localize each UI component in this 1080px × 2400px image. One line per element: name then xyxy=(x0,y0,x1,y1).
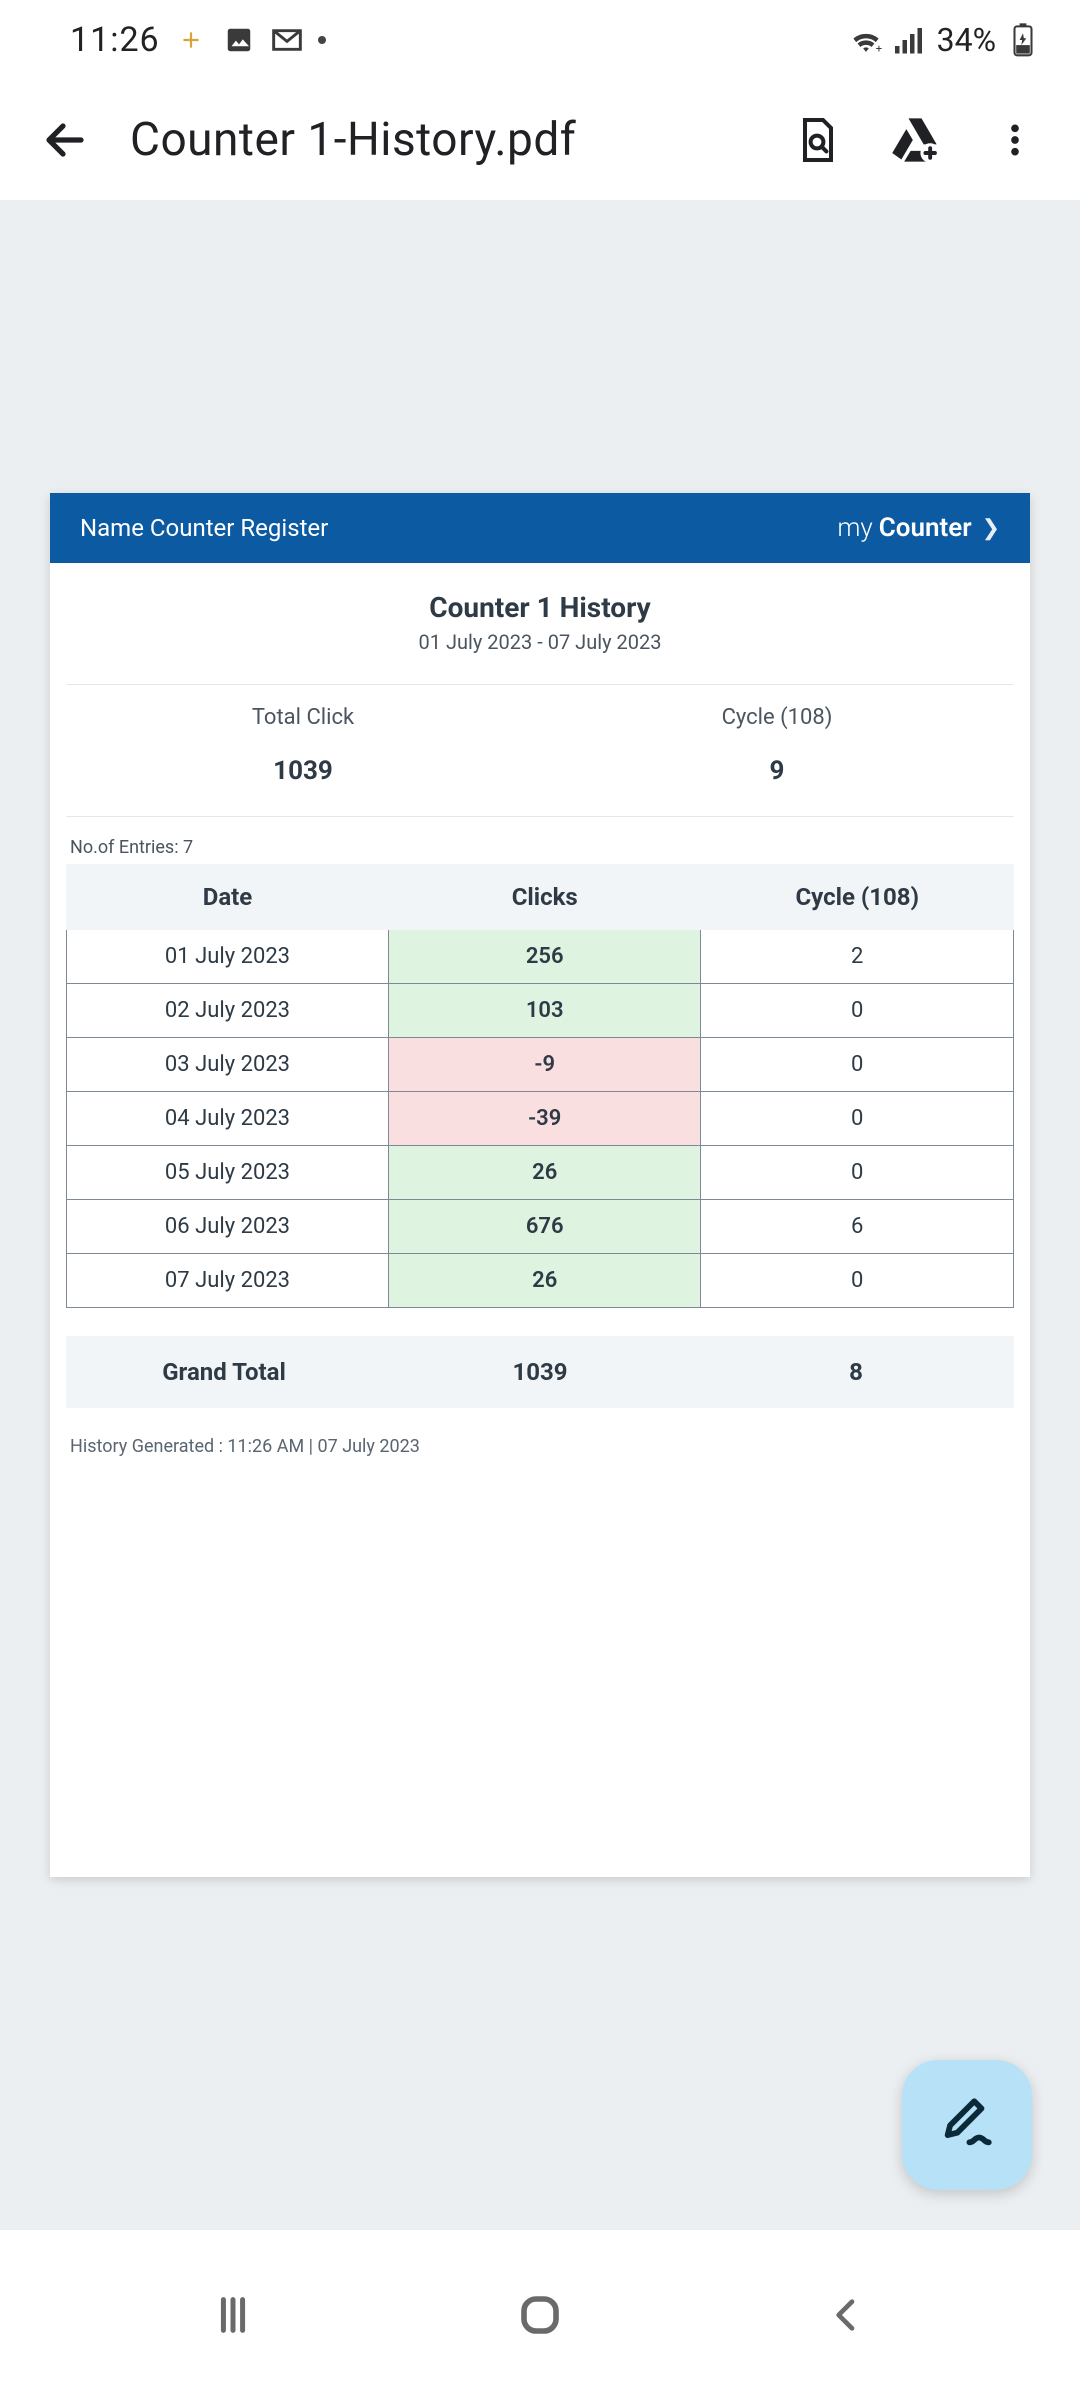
cellular-signal-icon xyxy=(893,23,927,57)
app-bar: Counter 1-History.pdf xyxy=(0,80,1080,200)
image-indicator-icon xyxy=(222,23,256,57)
cell-cycle: 6 xyxy=(701,1200,1014,1254)
cell-cycle: 0 xyxy=(701,1092,1014,1146)
document-title: Counter 1-History.pdf xyxy=(130,113,750,167)
pdf-viewer[interactable]: Name Counter Register myCounter ❯ Counte… xyxy=(0,203,1080,2230)
pdf-header-bar: Name Counter Register myCounter ❯ xyxy=(50,493,1030,563)
cell-cycle: 0 xyxy=(701,984,1014,1038)
status-left: 11:26 xyxy=(70,20,326,60)
add-to-drive-button[interactable] xyxy=(880,105,950,175)
grand-total-row: Grand Total 1039 8 xyxy=(66,1336,1014,1408)
more-options-button[interactable] xyxy=(980,105,1050,175)
table-row: 06 July 20236766 xyxy=(67,1200,1014,1254)
summary-total-click-value: 1039 xyxy=(66,756,540,786)
pdf-header-left-text: Name Counter Register xyxy=(80,514,328,542)
cell-date: 01 July 2023 xyxy=(67,930,389,984)
separator xyxy=(66,684,1014,685)
gmail-indicator-icon xyxy=(270,23,304,57)
svg-text:+: + xyxy=(875,43,881,54)
col-date: Date xyxy=(67,865,389,930)
table-row: 02 July 20231030 xyxy=(67,984,1014,1038)
cell-cycle: 0 xyxy=(701,1254,1014,1308)
summary-row: Total Click 1039 Cycle (108) 9 xyxy=(66,705,1014,786)
cell-clicks: -9 xyxy=(388,1038,701,1092)
summary-cycle: Cycle (108) 9 xyxy=(540,705,1014,786)
battery-icon xyxy=(1006,23,1040,57)
history-table: Date Clicks Cycle (108) 01 July 20232562… xyxy=(66,864,1014,1308)
cell-cycle: 0 xyxy=(701,1038,1014,1092)
table-row: 07 July 2023260 xyxy=(67,1254,1014,1308)
find-in-document-button[interactable] xyxy=(780,105,850,175)
generated-note: History Generated : 11:26 AM | 07 July 2… xyxy=(70,1436,1014,1457)
recents-button[interactable] xyxy=(193,2275,273,2355)
pdf-page: Name Counter Register myCounter ❯ Counte… xyxy=(50,493,1030,1877)
cell-clicks: 26 xyxy=(388,1254,701,1308)
table-row: 04 July 2023-390 xyxy=(67,1092,1014,1146)
entries-count: No.of Entries: 7 xyxy=(70,837,1014,858)
separator xyxy=(66,816,1014,817)
summary-total-click: Total Click 1039 xyxy=(66,705,540,786)
status-bar: 11:26 + 34% xyxy=(0,0,1080,80)
cell-clicks: 256 xyxy=(388,930,701,984)
cell-date: 04 July 2023 xyxy=(67,1092,389,1146)
cell-clicks: 676 xyxy=(388,1200,701,1254)
back-nav-button[interactable] xyxy=(807,2275,887,2355)
pdf-brand: myCounter ❯ xyxy=(837,513,1000,543)
col-cycle: Cycle (108) xyxy=(701,865,1014,930)
plus-indicator-icon xyxy=(174,23,208,57)
grand-total-cycle: 8 xyxy=(698,1336,1014,1408)
chevron-right-icon: ❯ xyxy=(982,516,1000,541)
cell-date: 06 July 2023 xyxy=(67,1200,389,1254)
home-button[interactable] xyxy=(500,2275,580,2355)
summary-cycle-value: 9 xyxy=(540,756,1014,786)
battery-text: 34% xyxy=(937,21,996,59)
edit-pen-icon xyxy=(938,2094,996,2156)
status-right: + 34% xyxy=(849,21,1040,59)
cell-date: 03 July 2023 xyxy=(67,1038,389,1092)
col-clicks: Clicks xyxy=(388,865,701,930)
table-row: 01 July 20232562 xyxy=(67,930,1014,984)
grand-total-clicks: 1039 xyxy=(382,1336,698,1408)
more-notifications-dot-icon xyxy=(318,36,326,44)
report-title: Counter 1 History xyxy=(66,591,1014,624)
back-button[interactable] xyxy=(30,105,100,175)
clock-text: 11:26 xyxy=(70,20,160,60)
grand-total-label: Grand Total xyxy=(66,1336,382,1408)
cell-date: 02 July 2023 xyxy=(67,984,389,1038)
system-nav-bar xyxy=(0,2230,1080,2400)
cell-date: 07 July 2023 xyxy=(67,1254,389,1308)
table-row: 03 July 2023-90 xyxy=(67,1038,1014,1092)
cell-date: 05 July 2023 xyxy=(67,1146,389,1200)
pdf-brand-prefix: my xyxy=(837,513,872,543)
summary-cycle-label: Cycle (108) xyxy=(540,705,1014,730)
cell-clicks: 26 xyxy=(388,1146,701,1200)
wifi-icon: + xyxy=(849,23,883,57)
edit-fab-button[interactable] xyxy=(902,2060,1032,2190)
report-date-range: 01 July 2023 - 07 July 2023 xyxy=(66,630,1014,654)
cell-cycle: 2 xyxy=(701,930,1014,984)
table-header-row: Date Clicks Cycle (108) xyxy=(67,865,1014,930)
pdf-body: Counter 1 History 01 July 2023 - 07 July… xyxy=(50,563,1030,1877)
pdf-brand-name: Counter xyxy=(879,513,972,543)
table-row: 05 July 2023260 xyxy=(67,1146,1014,1200)
cell-clicks: -39 xyxy=(388,1092,701,1146)
cell-cycle: 0 xyxy=(701,1146,1014,1200)
cell-clicks: 103 xyxy=(388,984,701,1038)
summary-total-click-label: Total Click xyxy=(66,705,540,730)
